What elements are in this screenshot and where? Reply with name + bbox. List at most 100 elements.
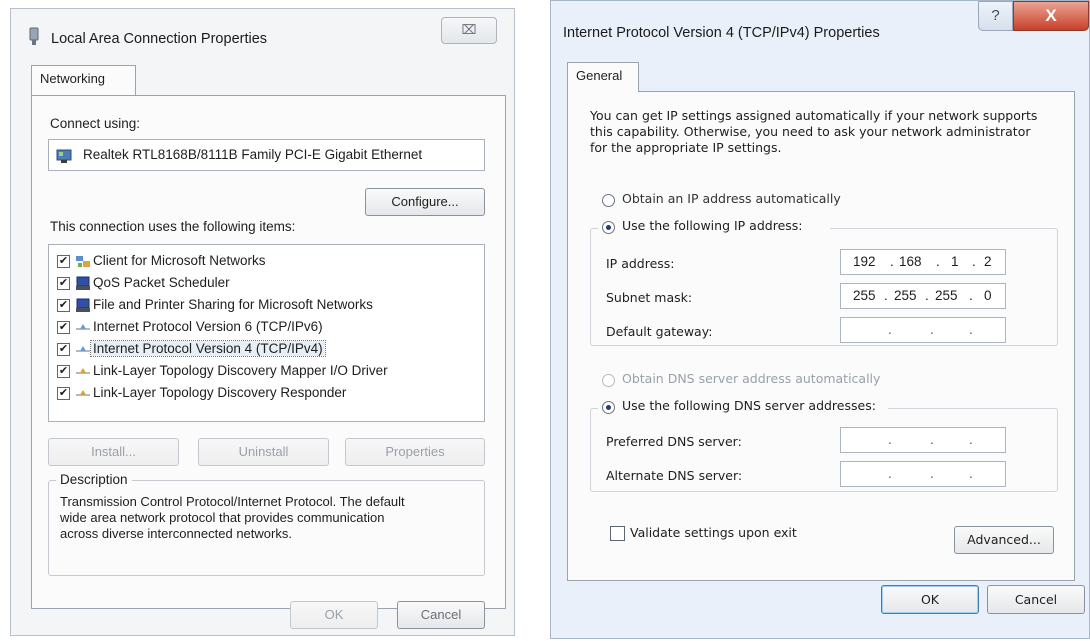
tab-general[interactable]: General	[567, 62, 639, 92]
intro-line: for the appropriate IP settings.	[590, 140, 782, 155]
tab-networking[interactable]: Networking	[31, 65, 136, 95]
checkbox[interactable]: ✔	[57, 343, 70, 356]
help-button[interactable]: ?	[978, 1, 1013, 31]
octet-dot: .	[888, 432, 892, 447]
octet-dot: .	[890, 254, 894, 269]
octet: 255	[894, 288, 917, 303]
item-label: Internet Protocol Version 4 (TCP/IPv4)	[90, 340, 326, 357]
intro-line: this capability. Otherwise, you need to …	[590, 124, 1031, 139]
octet-dot: .	[888, 322, 892, 337]
octet-dot: .	[936, 254, 940, 269]
octet-dot: .	[972, 254, 976, 269]
item-label: Link-Layer Topology Discovery Mapper I/O…	[93, 363, 388, 378]
octet: 2	[984, 254, 992, 269]
ipv4-properties-dialog: Internet Protocol Version 4 (TCP/IPv4) P…	[550, 0, 1090, 639]
local-area-connection-dialog: Local Area Connection Properties ⌧ Netwo…	[10, 8, 515, 636]
list-item-selected[interactable]: ✔ Internet Protocol Version 4 (TCP/IPv4)	[57, 339, 427, 361]
checkbox[interactable]: ✔	[57, 255, 70, 268]
radio-manual-ip[interactable]	[602, 221, 615, 234]
ethernet-card-icon	[56, 149, 72, 163]
checkbox[interactable]: ✔	[57, 277, 70, 290]
checkbox[interactable]: ✔	[57, 365, 70, 378]
network-service-icon	[76, 298, 90, 312]
description-line: across diverse interconnected networks.	[60, 526, 292, 541]
octet-dot: .	[969, 288, 973, 303]
install-button[interactable]: Install...	[48, 438, 179, 466]
preferred-dns-field[interactable]: . . .	[840, 427, 1006, 453]
octet-dot: .	[884, 288, 888, 303]
octet: 168	[899, 254, 922, 269]
ip-address-label: IP address:	[606, 256, 675, 271]
list-item[interactable]: ✔ Link-Layer Topology Discovery Mapper I…	[57, 361, 427, 383]
alternate-dns-field[interactable]: . . .	[840, 461, 1006, 487]
radio-manual-ip-label: Use the following IP address:	[622, 218, 803, 233]
octet: 1	[951, 254, 959, 269]
octet: 255	[853, 288, 876, 303]
protocol-icon	[76, 346, 90, 352]
advanced-button[interactable]: Advanced...	[954, 526, 1054, 554]
connect-using-label: Connect using:	[50, 116, 141, 131]
octet: 192	[853, 254, 876, 269]
validate-label: Validate settings upon exit	[630, 525, 797, 540]
subnet-mask-label: Subnet mask:	[606, 290, 693, 305]
ip-address-field[interactable]: 192 . 168 . 1 . 2	[840, 249, 1006, 275]
octet: 0	[984, 288, 992, 303]
ok-button[interactable]: OK	[290, 601, 378, 629]
octet-dot: .	[930, 432, 934, 447]
description-label: Description	[56, 472, 132, 487]
radio-auto-dns[interactable]	[602, 374, 615, 387]
default-gateway-field[interactable]: . . .	[840, 317, 1006, 343]
ok-button[interactable]: OK	[881, 585, 979, 614]
validate-checkbox[interactable]	[610, 526, 625, 541]
items-label: This connection uses the following items…	[50, 219, 296, 234]
intro-text: You can get IP settings assigned automat…	[590, 108, 1037, 156]
close-button[interactable]: ⌧	[441, 17, 497, 44]
octet-dot: .	[930, 322, 934, 337]
adapter-field: Realtek RTL8168B/8111B Family PCI-E Giga…	[48, 139, 485, 171]
general-tab-page: You can get IP settings assigned automat…	[567, 91, 1075, 581]
properties-button[interactable]: Properties	[345, 438, 485, 466]
cancel-button[interactable]: Cancel	[397, 601, 485, 629]
item-label: QoS Packet Scheduler	[93, 275, 230, 290]
configure-button[interactable]: Configure...	[365, 188, 485, 216]
protocol-icon	[76, 324, 90, 330]
close-button[interactable]: X	[1013, 1, 1089, 31]
checkbox[interactable]: ✔	[57, 299, 70, 312]
network-adapter-icon	[29, 27, 39, 45]
protocol-icon	[76, 390, 90, 396]
uninstall-button[interactable]: Uninstall	[198, 438, 329, 466]
protocol-icon	[76, 368, 90, 374]
checkbox[interactable]: ✔	[57, 387, 70, 400]
checkbox[interactable]: ✔	[57, 321, 70, 334]
octet-dot: .	[930, 466, 934, 481]
subnet-mask-field[interactable]: 255 . 255 . 255 . 0	[840, 283, 1006, 309]
network-service-icon	[76, 276, 90, 290]
alternate-dns-label: Alternate DNS server:	[606, 468, 743, 483]
networking-tab-page: Connect using: Realtek RTL8168B/8111B Fa…	[31, 95, 506, 609]
octet-dot: .	[969, 432, 973, 447]
item-label: Link-Layer Topology Discovery Responder	[93, 385, 347, 400]
octet-dot: .	[888, 466, 892, 481]
list-item[interactable]: ✔ Client for Microsoft Networks	[57, 251, 427, 273]
radio-auto-ip[interactable]	[602, 194, 615, 207]
item-label: File and Printer Sharing for Microsoft N…	[93, 297, 373, 312]
preferred-dns-label: Preferred DNS server:	[606, 434, 742, 449]
default-gateway-label: Default gateway:	[606, 324, 713, 339]
item-label: Client for Microsoft Networks	[93, 253, 266, 268]
radio-auto-dns-label: Obtain DNS server address automatically	[622, 371, 881, 386]
list-item[interactable]: ✔ File and Printer Sharing for Microsoft…	[57, 295, 427, 317]
radio-manual-dns[interactable]	[602, 401, 615, 414]
list-item[interactable]: ✔ Internet Protocol Version 6 (TCP/IPv6)	[57, 317, 427, 339]
item-label: Internet Protocol Version 6 (TCP/IPv6)	[93, 319, 323, 334]
octet: 255	[935, 288, 958, 303]
list-item[interactable]: ✔ Link-Layer Topology Discovery Responde…	[57, 383, 427, 405]
octet-dot: .	[925, 288, 929, 303]
octet-dot: .	[969, 466, 973, 481]
description-line: Transmission Control Protocol/Internet P…	[60, 494, 405, 509]
cancel-button[interactable]: Cancel	[987, 585, 1085, 614]
dialog-title: Local Area Connection Properties	[51, 31, 268, 47]
radio-manual-dns-label: Use the following DNS server addresses:	[622, 398, 876, 413]
list-item[interactable]: ✔ QoS Packet Scheduler	[57, 273, 427, 295]
description-line: wide area network protocol that provides…	[60, 510, 385, 525]
dialog-title: Internet Protocol Version 4 (TCP/IPv4) P…	[563, 25, 880, 41]
